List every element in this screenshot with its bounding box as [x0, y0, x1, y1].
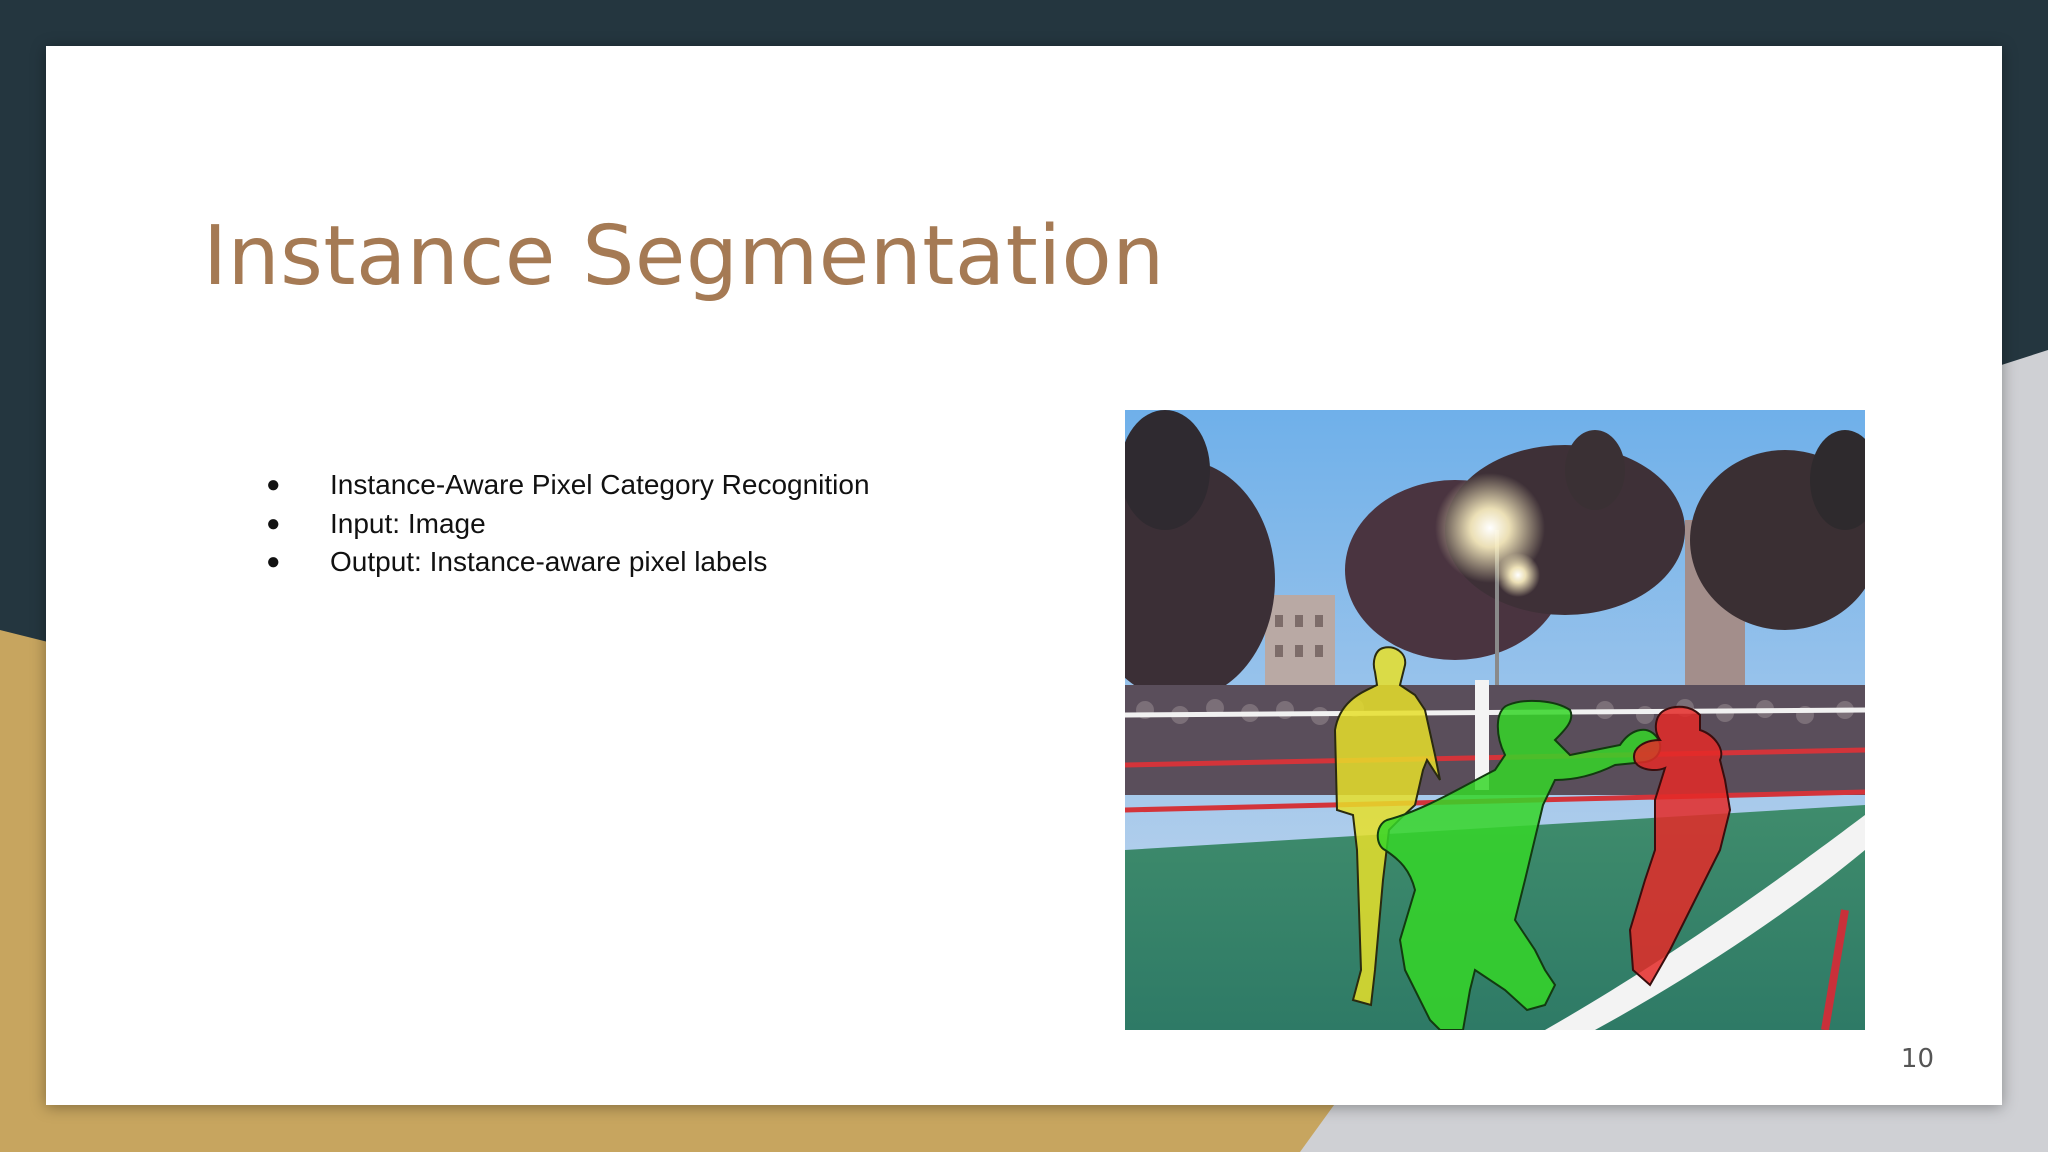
bullet-item: ● Instance-Aware Pixel Category Recognit…	[266, 466, 986, 505]
bullet-text: Instance-Aware Pixel Category Recognitio…	[330, 469, 870, 501]
bullet-dot-icon: ●	[266, 471, 281, 499]
bullet-dot-icon: ●	[266, 509, 281, 537]
bullet-text: Input: Image	[330, 507, 486, 539]
bullet-dot-icon: ●	[266, 548, 281, 576]
bullet-item: ● Input: Image	[266, 505, 986, 544]
slide-title: Instance Segmentation	[203, 209, 1165, 304]
bullet-text: Output: Instance-aware pixel labels	[330, 546, 768, 578]
presentation-canvas: Instance Segmentation ● Instance-Aware P…	[0, 0, 2048, 1152]
slide: Instance Segmentation ● Instance-Aware P…	[46, 46, 2002, 1105]
bullet-item: ● Output: Instance-aware pixel labels	[266, 543, 986, 582]
page-number: 10	[1900, 1044, 1934, 1074]
bullet-list: ● Instance-Aware Pixel Category Recognit…	[266, 466, 986, 582]
segmentation-example-image	[1125, 410, 1865, 1030]
